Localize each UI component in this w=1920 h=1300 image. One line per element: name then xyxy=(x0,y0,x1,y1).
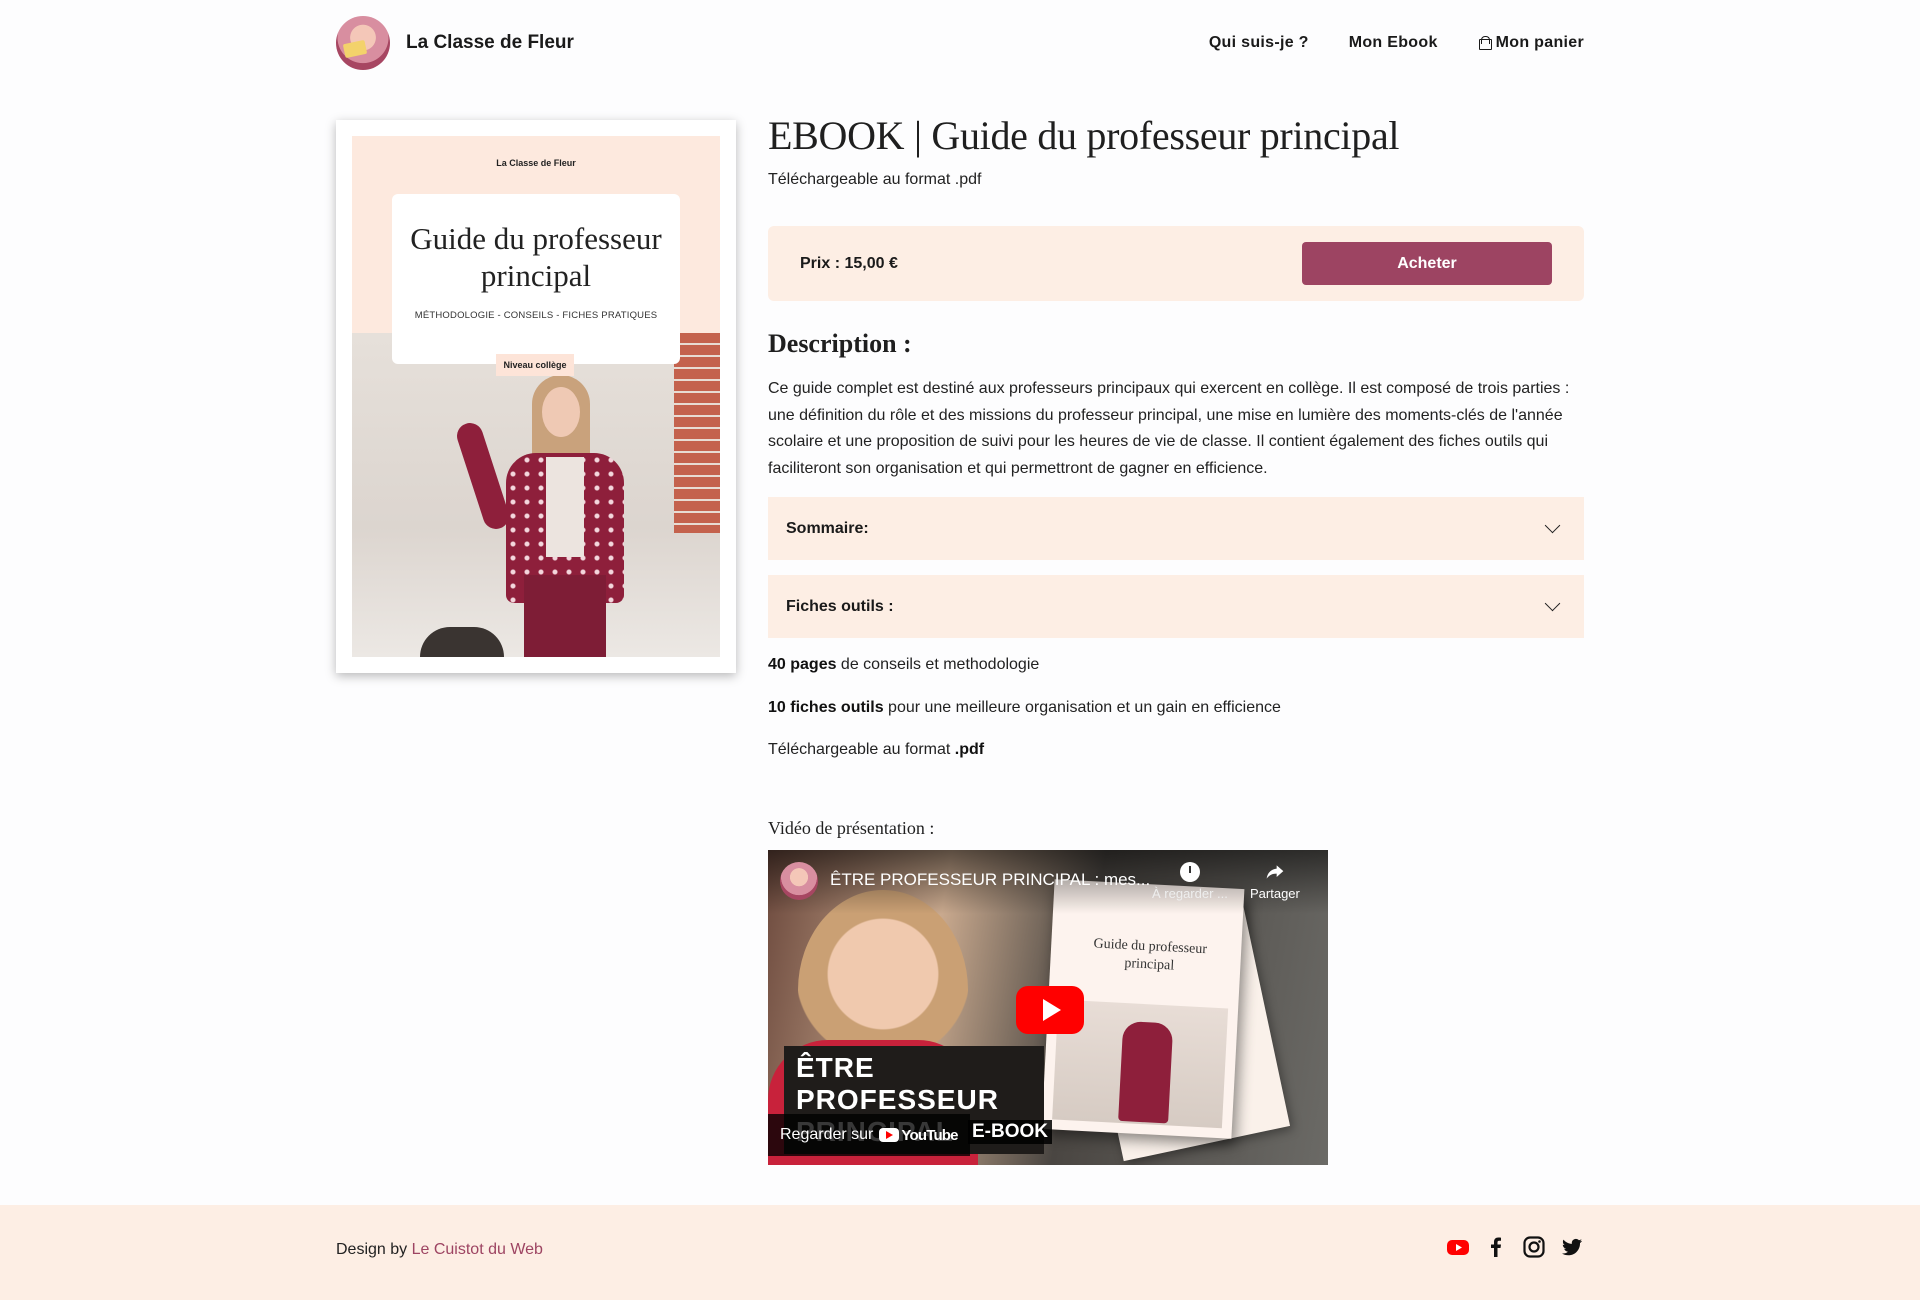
main-nav: Qui suis-je ? Mon Ebook Mon panier xyxy=(1209,34,1584,52)
watch-on-youtube-button[interactable]: Regarder sur YouTube xyxy=(768,1114,970,1156)
site-header: La Classe de Fleur Qui suis-je ? Mon Ebo… xyxy=(336,15,1584,71)
nav-mon-ebook[interactable]: Mon Ebook xyxy=(1349,34,1438,52)
accordion-label: Fiches outils : xyxy=(786,597,894,615)
youtube-wordmark: YouTube xyxy=(901,1126,958,1144)
cover-photo xyxy=(352,333,720,657)
feature-strong: 40 pages xyxy=(768,656,837,673)
nav-label: Qui suis-je ? xyxy=(1208,34,1309,51)
bag-icon xyxy=(1478,36,1492,50)
nav-qui-suis-je[interactable]: Qui suis-je ? xyxy=(1209,34,1309,52)
video-title[interactable]: ÊTRE PROFESSEUR PRINCIPAL : mes... xyxy=(830,870,1150,890)
youtube-video-embed[interactable]: Guide du professeur principal ÊTRE PROFE… xyxy=(768,850,1328,1165)
chevron-down-icon xyxy=(1544,595,1561,612)
feature-strong: .pdf xyxy=(954,741,985,758)
cover-title-box: Guide du professeur principal MÉTHODOLOG… xyxy=(392,194,680,364)
nav-label: Mon Ebook xyxy=(1348,34,1438,51)
watch-later-label: À regarder ... xyxy=(1152,886,1228,901)
cover-artwork: La Classe de Fleur Guide du professeur p… xyxy=(352,136,720,657)
share-label: Partager xyxy=(1250,886,1300,901)
feature-text: Téléchargeable au format xyxy=(768,741,955,758)
feature-text: pour une meilleure organisation et un ga… xyxy=(883,699,1281,716)
price-label: Prix : 15,00 € xyxy=(800,254,898,272)
footer-credit: Design by Le Cuistot du Web xyxy=(336,1241,543,1259)
accordion-fiches-outils[interactable]: Fiches outils : xyxy=(768,575,1584,638)
price-box: Prix : 15,00 € Acheter xyxy=(768,226,1584,301)
description-text: Ce guide complet est destiné aux profess… xyxy=(768,380,1570,477)
clock-icon xyxy=(1179,862,1200,882)
buy-button[interactable]: Acheter xyxy=(1302,242,1552,285)
video-book-title: Guide du professeur principal xyxy=(1093,936,1208,974)
facebook-icon[interactable] xyxy=(1484,1235,1508,1259)
accordion-sommaire[interactable]: Sommaire: xyxy=(768,497,1584,560)
watch-on-label: Regarder sur xyxy=(780,1126,874,1143)
feature-strong: 10 fiches outils xyxy=(768,699,884,716)
play-icon[interactable] xyxy=(1016,986,1084,1034)
cover-title: Guide du professeur principal xyxy=(410,221,662,293)
share-icon xyxy=(1266,865,1284,879)
product-format: Téléchargeable au format .pdf xyxy=(768,171,982,188)
description-heading: Description : xyxy=(768,329,912,358)
logo-avatar xyxy=(336,16,390,70)
credit-prefix: Design by xyxy=(336,1241,408,1258)
instagram-icon[interactable] xyxy=(1522,1235,1546,1259)
social-links xyxy=(1446,1235,1584,1259)
product-title: EBOOK | Guide du professeur principal xyxy=(768,113,1400,158)
feature-fiches: 10 fiches outils pour une meilleure orga… xyxy=(768,699,1584,717)
youtube-icon[interactable] xyxy=(1446,1235,1470,1259)
video-ebook-tag: E-BOOK xyxy=(968,1120,1052,1144)
chevron-down-icon xyxy=(1544,517,1561,534)
feature-text: de conseils et methodologie xyxy=(836,656,1040,673)
youtube-logo-icon: YouTube xyxy=(879,1126,959,1144)
cover-subtitle: MÉTHODOLOGIE - CONSEILS - FICHES PRATIQU… xyxy=(414,310,658,321)
cover-brand: La Classe de Fleur xyxy=(496,158,576,168)
cover-level-badge: Niveau collège xyxy=(496,354,574,376)
nav-label: Mon panier xyxy=(1495,34,1584,51)
brand-name: La Classe de Fleur xyxy=(406,32,574,53)
accordion-label: Sommaire: xyxy=(786,519,869,537)
video-label: Vidéo de présentation : xyxy=(768,818,935,838)
share-button[interactable]: Partager xyxy=(1250,862,1300,901)
watch-later-button[interactable]: À regarder ... xyxy=(1152,862,1228,901)
channel-avatar[interactable] xyxy=(780,862,818,900)
twitter-icon[interactable] xyxy=(1560,1235,1584,1259)
credit-link[interactable]: Le Cuistot du Web xyxy=(412,1241,543,1258)
feature-format: Téléchargeable au format .pdf xyxy=(768,741,1584,759)
feature-pages: 40 pages de conseils et methodologie xyxy=(768,656,1584,674)
brand-link[interactable]: La Classe de Fleur xyxy=(336,16,574,70)
site-footer: Design by Le Cuistot du Web xyxy=(0,1205,1920,1300)
nav-mon-panier[interactable]: Mon panier xyxy=(1478,34,1584,52)
ebook-cover-image: La Classe de Fleur Guide du professeur p… xyxy=(336,120,736,673)
